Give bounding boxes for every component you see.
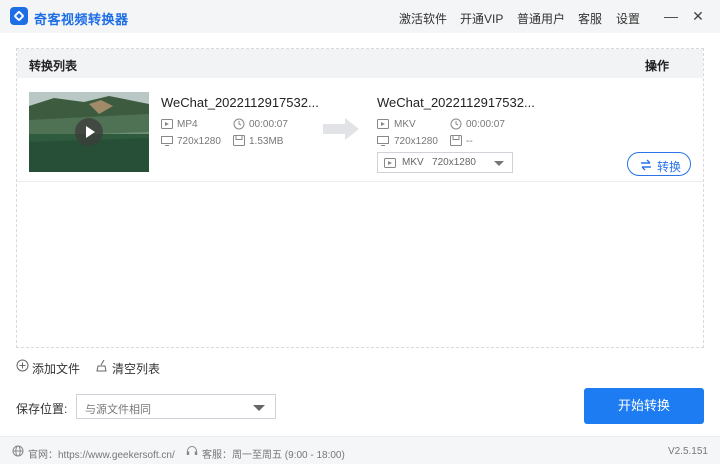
convert-button[interactable]: 转换 [627, 152, 691, 176]
save-location-label: 保存位置: [16, 402, 68, 416]
add-file-label: 添加文件 [32, 362, 81, 376]
start-convert-button[interactable]: 开始转换 [584, 388, 704, 424]
list-title: 转换列表 [29, 59, 78, 73]
file-size-icon [450, 135, 462, 146]
video-format-icon [377, 119, 389, 129]
target-duration: 00:00:07 [466, 119, 505, 130]
convert-button-label: 转换 [657, 160, 682, 174]
file-size-icon [233, 135, 245, 146]
file-row: WeChat_2022112917532... MP4 00:00:07 720… [17, 79, 703, 182]
target-file-name: WeChat_2022112917532... [377, 95, 535, 110]
play-icon[interactable] [75, 118, 103, 146]
close-icon[interactable]: ✕ [688, 6, 708, 26]
service-hours-text: 客服：周一至周五 (9:00 - 18:00) [202, 450, 345, 461]
website-text: 官网：https://www.geekersoft.cn/ [28, 450, 175, 461]
target-format: MKV [394, 119, 416, 130]
clock-icon [450, 118, 462, 130]
source-format: MP4 [177, 119, 198, 130]
add-icon [16, 359, 29, 372]
source-duration: 00:00:07 [249, 119, 288, 130]
convert-arrow-icon [323, 118, 359, 140]
target-size: -- [466, 136, 473, 147]
menu-settings[interactable]: 设置 [616, 10, 640, 27]
source-file-name: WeChat_2022112917532... [161, 95, 319, 110]
source-resolution: 720x1280 [177, 136, 221, 147]
output-format-label: MKV 720x1280 [402, 157, 476, 168]
chevron-down-icon [253, 405, 265, 411]
minimize-icon[interactable]: — [661, 6, 681, 26]
ops-header: 操作 [644, 59, 669, 73]
save-location-select[interactable]: 与源文件相同 [76, 394, 276, 419]
menu-service[interactable]: 客服 [578, 10, 602, 27]
chevron-down-icon [494, 161, 504, 166]
footer: 官网：https://www.geekersoft.cn/ 客服：周一至周五 (… [0, 436, 720, 464]
list-header: 转换列表 操作 [17, 49, 703, 78]
resolution-icon [377, 136, 389, 146]
video-format-icon [161, 119, 173, 129]
app-logo-icon [10, 7, 28, 25]
save-location-value: 与源文件相同 [85, 404, 151, 416]
conversion-list-panel: 转换列表 操作 WeChat_2022112917532... MP4 00:0… [16, 48, 704, 348]
target-resolution: 720x1280 [394, 136, 438, 147]
headset-icon [186, 446, 198, 455]
clear-list-label: 清空列表 [112, 362, 161, 376]
output-format-select[interactable]: MKV 720x1280 [377, 152, 513, 173]
title-bar: 奇客视频转换器 激活软件 开通VIP 普通用户 客服 设置 — ✕ [0, 0, 720, 33]
globe-icon [12, 445, 24, 457]
version-label: V2.5.151 [667, 446, 708, 457]
swap-icon [641, 159, 651, 171]
resolution-icon [161, 136, 173, 146]
broom-icon [96, 359, 107, 372]
menu-vip[interactable]: 开通VIP [460, 10, 503, 27]
app-title: 奇客视频转换器 [34, 12, 129, 27]
menu-activate[interactable]: 激活软件 [399, 10, 447, 27]
menu-user[interactable]: 普通用户 [517, 10, 565, 27]
video-format-icon [384, 158, 396, 168]
source-size: 1.53MB [249, 136, 284, 147]
video-thumbnail[interactable] [29, 92, 149, 172]
clock-icon [233, 118, 245, 130]
